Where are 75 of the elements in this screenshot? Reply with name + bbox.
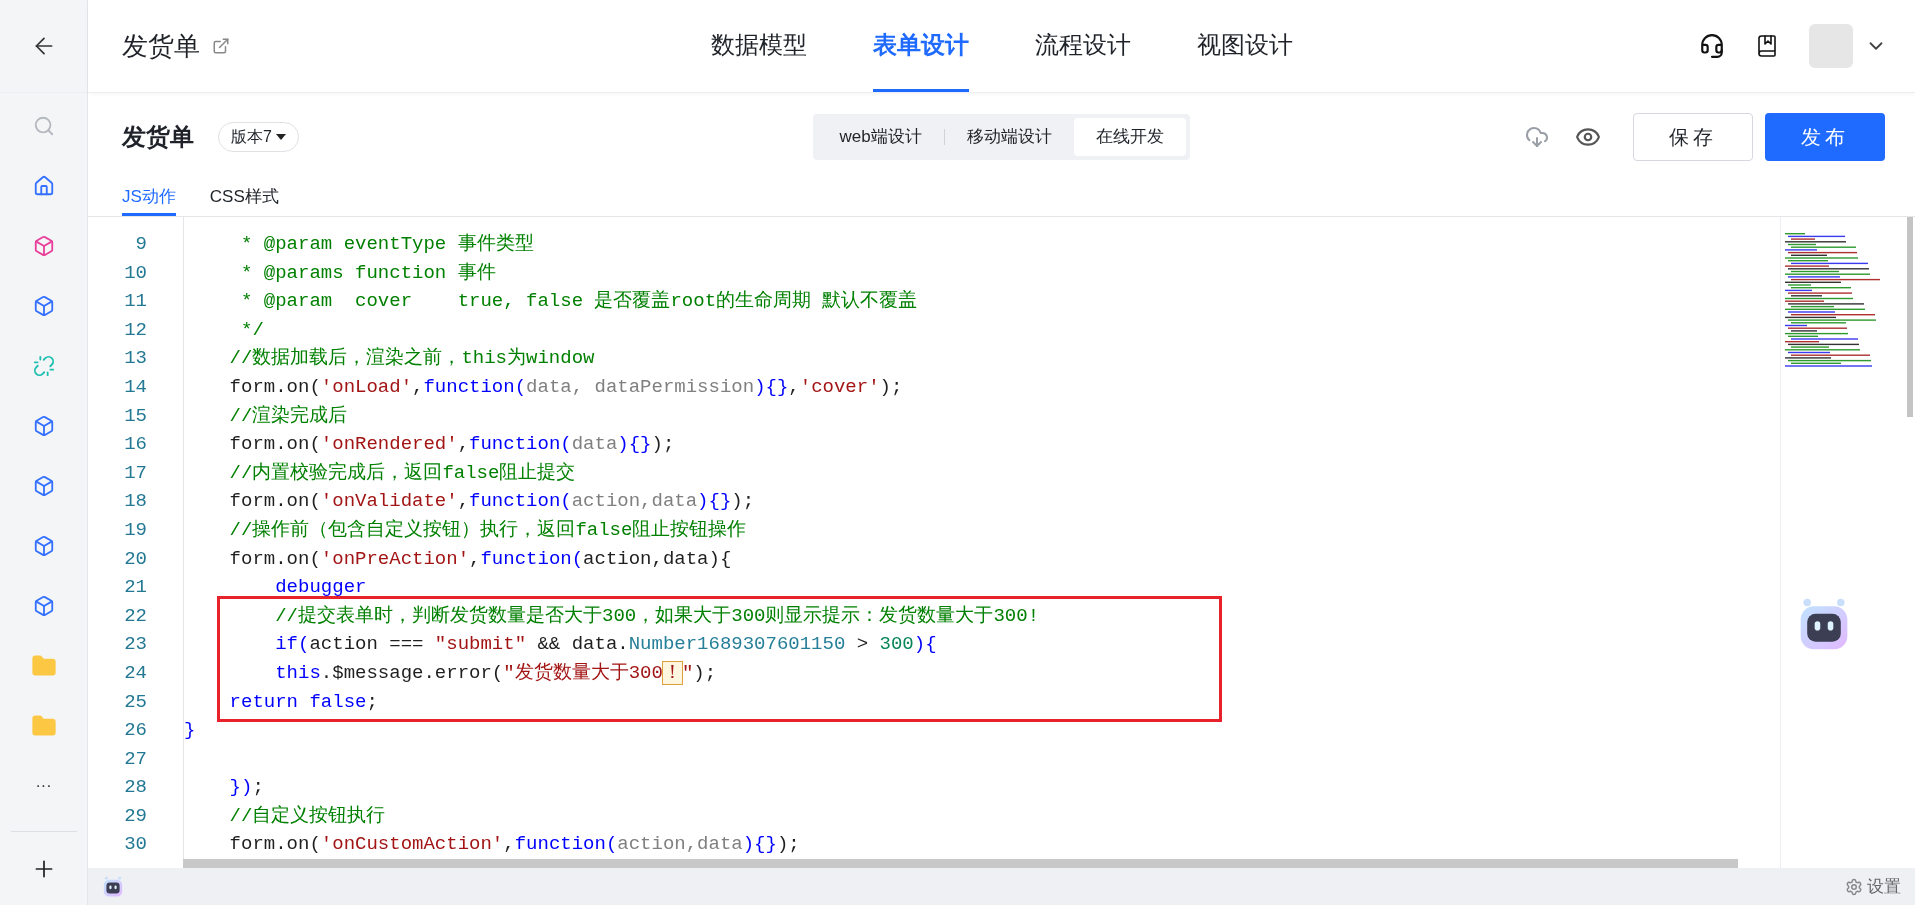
nav-tab[interactable]: 流程设计 [1034,0,1131,92]
line-number: 23 [124,632,147,658]
book-icon[interactable] [1755,34,1779,58]
editor-tab[interactable]: CSS样式 [209,180,279,216]
settings-label[interactable]: 设置 [1867,873,1901,900]
broken-link-icon[interactable] [32,355,55,377]
code-line: form.on('onValidate',function(action,data){}); [228,490,755,513]
publish-button[interactable]: 发布 [1765,112,1885,161]
code-line: debugger [274,576,367,599]
line-number: 12 [124,317,147,343]
line-number: 11 [124,289,147,315]
line-number: 28 [124,775,147,801]
line-number: 29 [124,803,147,829]
more-button[interactable]: ··· [35,778,52,794]
code-line: * @param cover true, false 是否覆盖root的生命周期 默认不覆盖 [240,290,918,313]
cloud-download-icon[interactable] [1525,124,1549,149]
line-number: 27 [124,746,147,772]
line-number: 19 [124,517,147,543]
line-number: 13 [124,346,147,372]
nav-tab[interactable]: 数据模型 [710,0,807,92]
external-link-icon[interactable] [212,37,230,55]
settings-icon[interactable] [1845,877,1863,896]
code-line: form.on('onPreAction',function(action,data){ [228,547,732,570]
editor-tab[interactable]: JS动作 [122,180,176,216]
mode-tab[interactable]: web端设计 [817,117,944,156]
line-number: 15 [124,403,147,429]
code-line: * @params function 事件 [240,261,496,284]
code-line: //自定义按钮执行 [228,804,386,827]
line-number: 10 [124,260,147,286]
code-line: //提交表单时，判断发货数量是否大于300，如果大于300则显示提示：发货数量大于300! [274,604,1040,627]
code-line: //内置校验完成后，返回false阻止提交 [228,461,576,484]
code-line: //渲染完成后 [228,404,348,427]
code-line: form.on('onLoad',function(data, dataPermission){},'cover'); [228,375,903,398]
vertical-scrollbar[interactable] [1907,217,1913,417]
line-number: 16 [124,432,147,458]
mode-tab[interactable]: 移动端设计 [944,117,1074,156]
cube-icon[interactable] [32,295,55,317]
home-icon[interactable] [32,175,55,197]
robot-icon[interactable] [102,875,124,898]
line-number: 30 [124,832,147,858]
line-number: 21 [124,575,147,601]
line-number: 22 [124,603,147,629]
mode-tab[interactable]: 在线开发 [1073,117,1186,156]
caret-icon [275,133,286,140]
line-number: 14 [124,374,147,400]
cube-icon[interactable] [32,235,55,257]
code-line: //操作前（包含自定义按钮）执行，返回false阻止按钮操作 [228,518,747,541]
page-title: 发货单 [122,29,200,63]
code-line: form.on('onCustomAction',function(action,data){}); [228,833,800,856]
line-number: 24 [124,660,147,686]
save-button[interactable]: 保存 [1633,112,1753,161]
line-number: 26 [124,718,147,744]
form-title: 发货单 [122,121,194,152]
code-line: //数据加载后，渲染之前，this为window [228,347,595,370]
cube-icon[interactable] [32,535,55,557]
line-number: 25 [124,689,147,715]
cube-icon[interactable] [32,595,55,617]
code-line: if(action === "submit" && data.Number1689307601150 > 300){ [274,633,937,656]
code-line: }); [228,776,264,799]
code-line: return false; [228,690,378,713]
line-number: 20 [124,546,147,572]
code-line: this.$message.error("发货数量大于300！"); [274,661,717,684]
headset-icon[interactable] [1699,33,1725,59]
line-number: 9 [135,232,147,257]
code-line: * @param eventType 事件类型 [240,233,534,255]
cube-icon[interactable] [32,475,55,497]
line-number: 17 [124,460,147,486]
code-line: */ [240,318,264,341]
code-line: } [184,719,196,742]
horizontal-scrollbar[interactable] [183,859,1738,868]
nav-tab[interactable]: 视图设计 [1196,0,1293,92]
cube-icon[interactable] [32,415,55,437]
line-number: 18 [124,489,147,515]
code-line: form.on('onRendered',function(data){}); [228,433,675,456]
nav-tab[interactable]: 表单设计 [872,0,969,92]
